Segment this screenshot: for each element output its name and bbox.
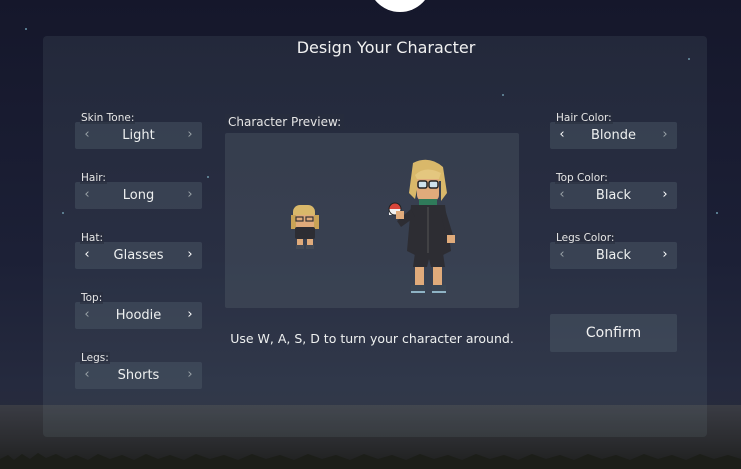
skin-tone-box: ‹ Light › — [75, 122, 202, 149]
chevron-right-icon[interactable]: › — [655, 182, 675, 209]
legs-color-value: Black — [595, 248, 632, 263]
star — [716, 212, 718, 214]
hair-color-selector: ‹ Blonde › Hair Color: — [550, 112, 677, 152]
hair-color-value: Blonde — [591, 128, 636, 143]
hat-label: Hat: — [80, 232, 104, 244]
top-value: Hoodie — [115, 308, 162, 323]
top-selector: ‹ Hoodie › Top: — [75, 292, 202, 332]
hair-label: Hair: — [80, 172, 107, 184]
chevron-left-icon[interactable]: ‹ — [77, 242, 97, 269]
hair-value: Long — [122, 188, 155, 203]
skin-tone-selector: ‹ Light › Skin Tone: — [75, 112, 202, 152]
chevron-left-icon[interactable]: ‹ — [77, 182, 97, 209]
confirm-button[interactable]: Confirm — [550, 314, 677, 352]
chevron-right-icon[interactable]: › — [180, 182, 200, 209]
chevron-right-icon[interactable]: › — [655, 242, 675, 269]
legs-color-selector: ‹ Black › Legs Color: — [550, 232, 677, 272]
skin-tone-label: Skin Tone: — [80, 112, 136, 124]
grass — [0, 453, 741, 469]
legs-label: Legs: — [80, 352, 110, 364]
star — [25, 28, 27, 30]
top-color-box: ‹ Black › — [550, 182, 677, 209]
chevron-right-icon[interactable]: › — [180, 302, 200, 329]
chevron-right-icon[interactable]: › — [180, 362, 200, 389]
top-color-label: Top Color: — [555, 172, 609, 184]
page-title: Design Your Character — [296, 38, 476, 57]
chevron-left-icon[interactable]: ‹ — [552, 122, 572, 149]
hair-selector: ‹ Long › Hair: — [75, 172, 202, 212]
skin-tone-value: Light — [122, 128, 155, 143]
hair-color-box: ‹ Blonde › — [550, 122, 677, 149]
chevron-left-icon[interactable]: ‹ — [77, 362, 97, 389]
hair-box: ‹ Long › — [75, 182, 202, 209]
chevron-right-icon[interactable]: › — [180, 122, 200, 149]
top-color-selector: ‹ Black › Top Color: — [550, 172, 677, 212]
character-large-sprite — [388, 159, 455, 293]
top-label: Top: — [80, 292, 104, 304]
chevron-left-icon[interactable]: ‹ — [552, 242, 572, 269]
chevron-left-icon[interactable]: ‹ — [552, 182, 572, 209]
hat-selector: ‹ Glasses › Hat: — [75, 232, 202, 272]
controls-hint: Use W, A, S, D to turn your character ar… — [230, 331, 514, 346]
legs-box: ‹ Shorts › — [75, 362, 202, 389]
chevron-right-icon[interactable]: › — [180, 242, 200, 269]
legs-selector: ‹ Shorts › Legs: — [75, 352, 202, 392]
top-box: ‹ Hoodie › — [75, 302, 202, 329]
character-small-sprite — [291, 205, 319, 249]
preview-label: Character Preview: — [225, 114, 345, 130]
chevron-left-icon[interactable]: ‹ — [77, 302, 97, 329]
legs-value: Shorts — [117, 368, 160, 383]
legs-color-label: Legs Color: — [555, 232, 616, 244]
crescent-moon-icon — [360, 0, 440, 20]
legs-color-box: ‹ Black › — [550, 242, 677, 269]
top-color-value: Black — [595, 188, 632, 203]
hair-color-label: Hair Color: — [555, 112, 613, 124]
hat-value: Glasses — [113, 248, 164, 263]
chevron-right-icon[interactable]: › — [655, 122, 675, 149]
character-preview-area — [225, 133, 519, 308]
chevron-left-icon[interactable]: ‹ — [77, 122, 97, 149]
hat-box: ‹ Glasses › — [75, 242, 202, 269]
